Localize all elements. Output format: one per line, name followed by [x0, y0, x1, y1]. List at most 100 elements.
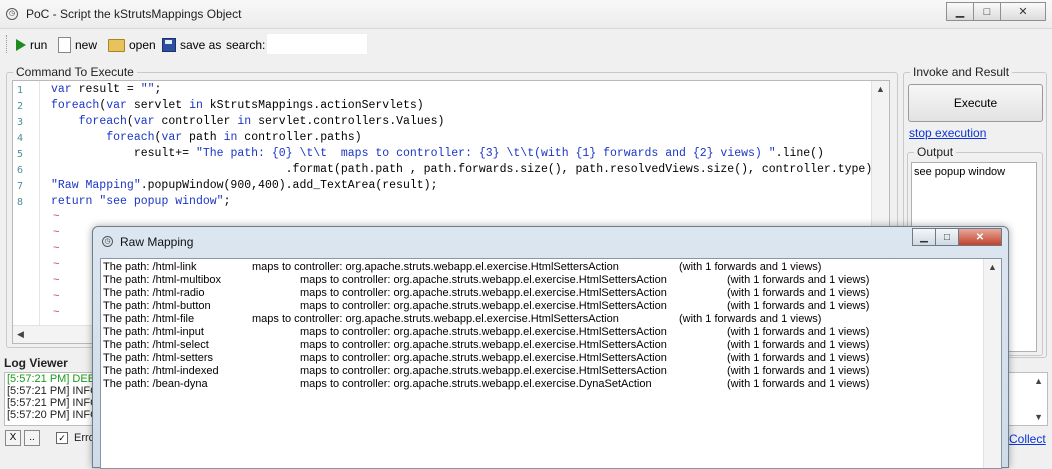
code-line: var result = "";	[51, 83, 161, 96]
code-token: path	[182, 131, 224, 144]
code-token: var	[106, 99, 127, 112]
collect-link[interactable]: Collect	[1009, 432, 1046, 446]
scroll-up-icon[interactable]: ▲	[988, 262, 997, 272]
log-options-button[interactable]: ..	[24, 430, 40, 446]
empty-line-marker: ~	[53, 211, 60, 223]
mapping-controller: maps to controller: org.apache.struts.we…	[252, 313, 619, 325]
errors-checkbox[interactable]: ✓	[56, 432, 68, 444]
search-input[interactable]	[266, 33, 368, 55]
code-token: in	[237, 115, 252, 128]
toolbar-grip[interactable]	[6, 35, 9, 53]
invoke-group-title: Invoke and Result	[910, 65, 1013, 79]
save-as-label: save as	[180, 38, 222, 52]
log-side-panel[interactable]: ▲ ▼	[1006, 372, 1048, 426]
code-line: foreach(var controller in servlet.contro…	[51, 115, 445, 128]
mapping-path: The path: /html-radio	[103, 287, 205, 299]
run-button[interactable]: run	[16, 36, 47, 54]
search-label: search:	[226, 38, 266, 52]
popup-vertical-scrollbar[interactable]: ▲	[983, 259, 1001, 468]
code-token: ;	[223, 195, 231, 208]
empty-line-marker: ~	[53, 307, 60, 319]
code-token: (	[126, 115, 134, 128]
output-group-title: Output	[914, 145, 957, 159]
log-panel[interactable]: [5:57:21 PM] DEBUG[5:57:21 PM] INFO[5:57…	[4, 372, 96, 426]
mapping-controller: maps to controller: org.apache.struts.we…	[300, 300, 667, 312]
app-icon: ◷	[6, 8, 18, 20]
code-token: .format(path.path , path.forwards.size()…	[51, 163, 880, 176]
log-entry: [5:57:21 PM] DEBUG	[7, 373, 95, 385]
line-number: 6	[17, 165, 24, 176]
log-entry: [5:57:20 PM] INFO	[7, 409, 96, 421]
clear-log-button[interactable]: X	[5, 430, 21, 446]
mapping-controller: maps to controller: org.apache.struts.we…	[300, 365, 667, 377]
new-button[interactable]: new	[58, 36, 97, 54]
mapping-path: The path: /html-input	[103, 326, 204, 338]
save-as-button[interactable]: save as	[162, 36, 221, 54]
scroll-left-icon[interactable]: ◀	[17, 329, 24, 340]
scroll-up-icon[interactable]: ▲	[1034, 376, 1043, 386]
execute-button[interactable]: Execute	[908, 84, 1043, 122]
code-line: foreach(var path in controller.paths)	[51, 131, 361, 144]
mapping-controller: maps to controller: org.apache.struts.we…	[300, 339, 667, 351]
mapping-path: The path: /html-multibox	[103, 274, 221, 286]
mapping-controller: maps to controller: org.apache.struts.we…	[300, 378, 652, 390]
code-line: .format(path.path , path.forwards.size()…	[51, 163, 880, 176]
scroll-down-icon[interactable]: ▼	[1034, 412, 1043, 422]
code-token: "see popup window"	[99, 195, 224, 208]
code-token: "Raw Mapping"	[51, 179, 141, 192]
run-label: run	[30, 38, 48, 52]
code-token: in	[189, 99, 203, 112]
code-token: return	[51, 195, 93, 208]
popup-title: Raw Mapping	[120, 235, 194, 249]
minimize-button[interactable]: ▁	[946, 2, 974, 21]
code-token: var	[133, 115, 155, 128]
code-token: .popupWindow(900,400).add_TextArea(resul…	[140, 179, 438, 192]
empty-line-marker: ~	[53, 291, 60, 303]
code-token: result =	[71, 83, 141, 96]
mapping-stats: (with 1 forwards and 1 views)	[727, 287, 870, 299]
log-viewer-title: Log Viewer	[4, 356, 68, 370]
code-token: servlet	[126, 99, 190, 112]
mapping-stats: (with 1 forwards and 1 views)	[727, 339, 870, 351]
folder-icon	[108, 38, 125, 52]
code-line: "Raw Mapping".popupWindow(900,400).add_T…	[51, 179, 437, 192]
popup-text-area[interactable]: ▲ The path: /html-link maps to controller…	[100, 258, 1002, 469]
window-title: PoC - Script the kStrutsMappings Object	[26, 7, 242, 21]
mapping-controller: maps to controller: org.apache.struts.we…	[300, 352, 667, 364]
scroll-up-icon[interactable]: ▲	[876, 84, 885, 94]
code-token: kStrutsMappings.actionServlets)	[202, 99, 424, 112]
mapping-stats: (with 1 forwards and 1 views)	[679, 313, 822, 325]
popup-app-icon: ◷	[102, 236, 113, 247]
mapping-path: The path: /html-button	[103, 300, 211, 312]
maximize-button[interactable]: □	[973, 2, 1001, 21]
mapping-stats: (with 1 forwards and 1 views)	[727, 352, 870, 364]
mapping-controller: maps to controller: org.apache.struts.we…	[252, 261, 619, 273]
line-number: 8	[17, 197, 24, 208]
code-token: "The path: {0} \t\t maps to controller: …	[195, 147, 776, 160]
line-number: 7	[17, 181, 24, 192]
open-button[interactable]: open	[108, 36, 156, 54]
stop-execution-link[interactable]: stop execution	[909, 126, 986, 140]
open-label: open	[129, 38, 156, 52]
mapping-controller: maps to controller: org.apache.struts.we…	[300, 287, 667, 299]
mapping-stats: (with 1 forwards and 1 views)	[727, 326, 870, 338]
code-line: return "see popup window";	[51, 195, 230, 208]
line-number: 3	[17, 117, 24, 128]
save-icon	[162, 38, 176, 52]
popup-minimize-button[interactable]: ▁	[912, 228, 936, 246]
code-token: servlet.controllers.Values)	[251, 115, 445, 128]
line-number-gutter: 1 2 3 4 5 6 7 8	[13, 81, 40, 343]
close-button[interactable]: ✕	[1000, 2, 1046, 21]
popup-close-button[interactable]: ✕	[958, 228, 1002, 246]
popup-window-controls: ▁ □ ✕	[912, 228, 1002, 246]
mapping-controller: maps to controller: org.apache.struts.we…	[300, 274, 667, 286]
code-token: result+=	[51, 147, 196, 160]
mapping-stats: (with 1 forwards and 1 views)	[679, 261, 822, 273]
code-token: foreach	[106, 131, 155, 144]
popup-maximize-button[interactable]: □	[935, 228, 959, 246]
code-token: foreach	[78, 115, 127, 128]
mapping-path: The path: /html-indexed	[103, 365, 219, 377]
new-label: new	[75, 38, 98, 52]
mapping-path: The path: /bean-dyna	[103, 378, 208, 390]
